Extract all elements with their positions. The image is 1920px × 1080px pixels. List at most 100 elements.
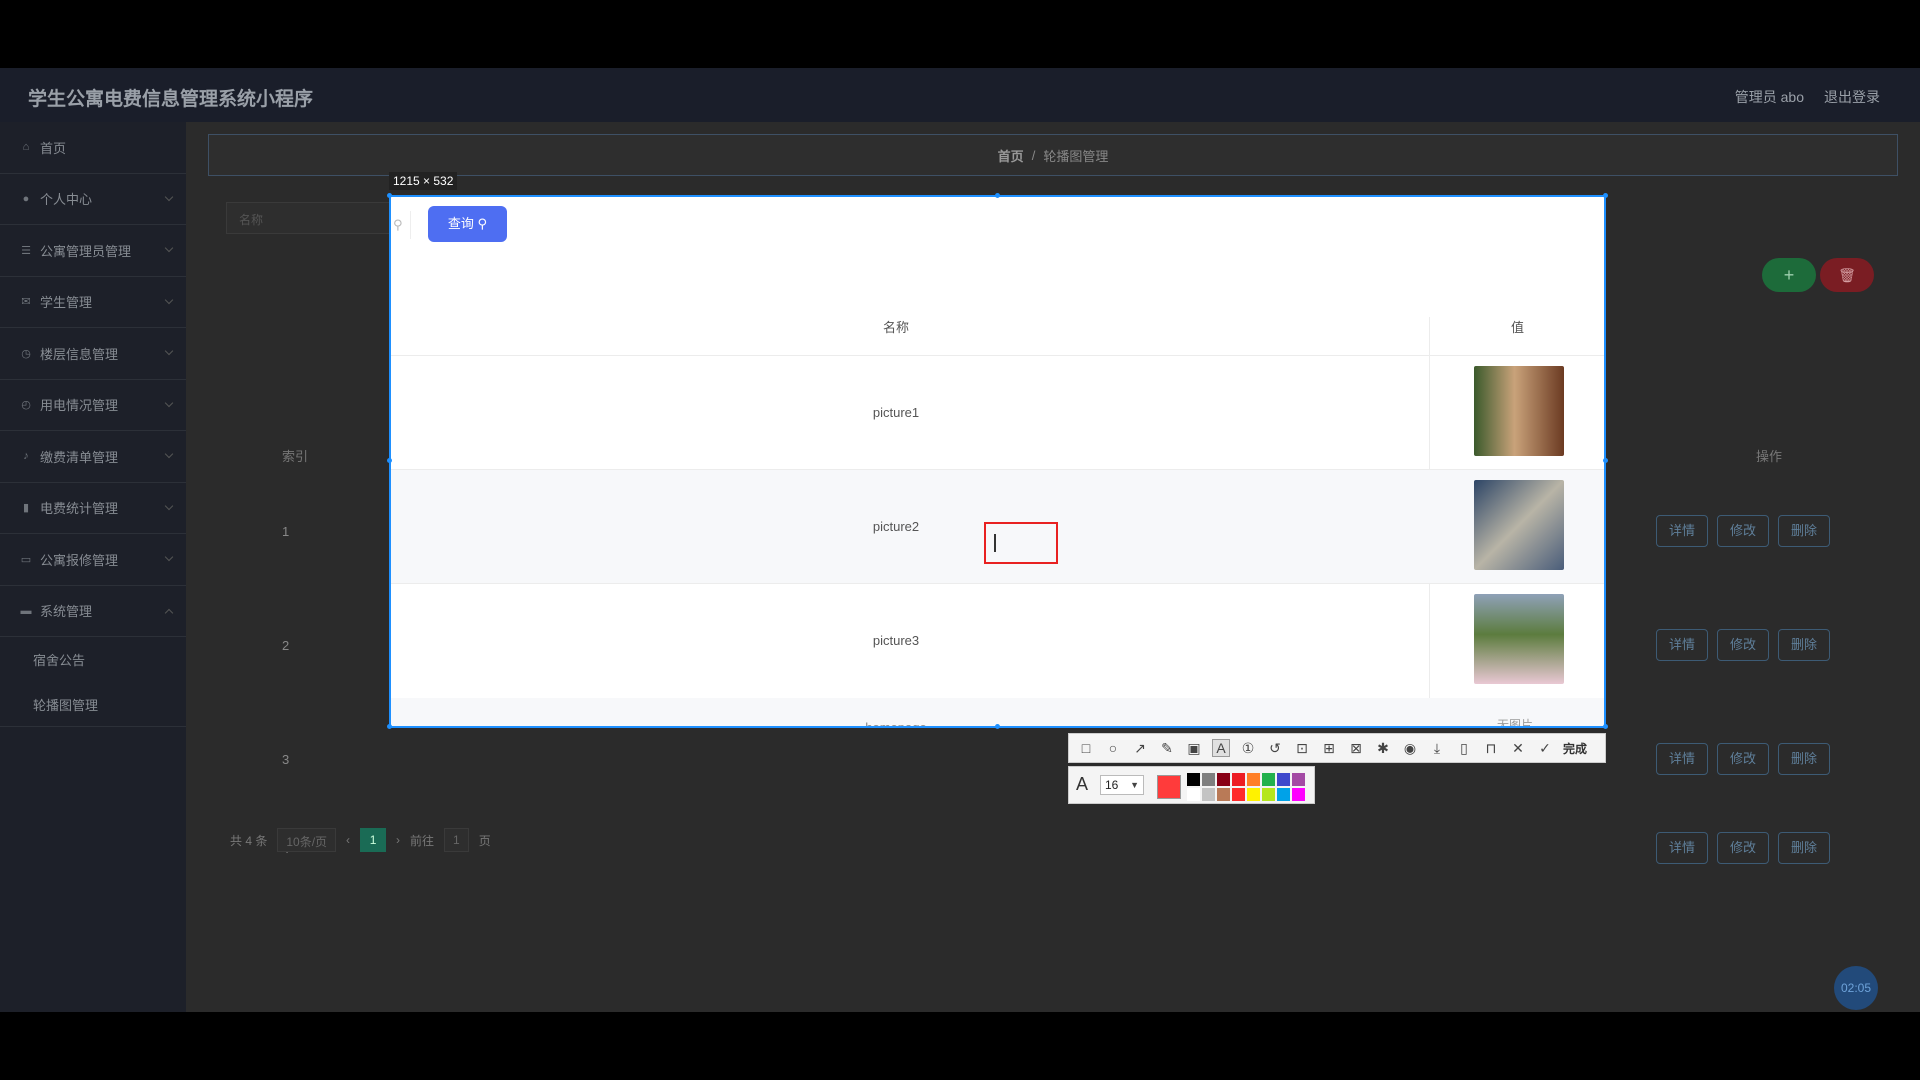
page-unit-label: 页 (478, 833, 491, 848)
monitor-icon: ▬ (20, 604, 32, 617)
color-swatch[interactable] (1292, 773, 1305, 786)
pagination: 共 4 条 10条/页 ‹ 1 › 前往 1 页 (230, 828, 491, 852)
mosaic-icon[interactable]: ▣ (1185, 739, 1203, 757)
close-icon[interactable]: ✕ (1509, 739, 1527, 757)
sidebar-item-floors[interactable]: ◷ 楼层信息管理 (0, 328, 186, 380)
sidebar-item-payments[interactable]: ♪ 缴费清单管理 (0, 431, 186, 483)
sidebar-item-home[interactable]: ⌂ 首页 (0, 122, 186, 174)
resize-handle[interactable] (387, 458, 392, 463)
selected-color-swatch[interactable] (1157, 775, 1181, 799)
trash-icon: 🗑 (1838, 267, 1856, 283)
capture-region[interactable]: ⚲ 查询 ⚲ 名称 值 picture1 picture2 picture3 h… (389, 195, 1606, 728)
page-size-select[interactable]: 10条/页 (277, 828, 337, 852)
text-annotation-box[interactable] (984, 522, 1058, 564)
color-swatch[interactable] (1292, 788, 1305, 801)
sidebar-item-profile[interactable]: ● 个人中心 (0, 174, 186, 225)
download-icon[interactable]: ⤓ (1428, 739, 1446, 757)
color-swatch[interactable] (1232, 788, 1245, 801)
sidebar-item-label: 个人中心 (40, 192, 93, 208)
color-swatch[interactable] (1217, 788, 1230, 801)
scan-icon[interactable]: ⊠ (1347, 739, 1365, 757)
chevron-down-icon (164, 346, 174, 356)
resize-handle[interactable] (387, 193, 392, 198)
resize-handle[interactable] (1603, 193, 1608, 198)
delete-button[interactable]: 删除 (1778, 743, 1830, 775)
color-swatch[interactable] (1247, 773, 1260, 786)
search-button[interactable]: 查询 ⚲ (428, 206, 507, 242)
delete-button[interactable]: 删除 (1778, 832, 1830, 864)
sidebar-item-label: 电费统计管理 (40, 501, 119, 517)
prev-page-button[interactable]: ‹ (346, 833, 350, 847)
color-swatch[interactable] (1262, 773, 1275, 786)
color-swatch[interactable] (1187, 773, 1200, 786)
text-tool-icon[interactable]: A (1212, 739, 1230, 757)
sidebar-subitem-carousel[interactable]: 轮播图管理 (0, 682, 186, 727)
recording-timer[interactable]: 02:05 (1834, 966, 1878, 1010)
edit-button[interactable]: 修改 (1717, 629, 1769, 661)
sidebar-item-apartment-admins[interactable]: ☰ 公寓管理员管理 (0, 225, 186, 277)
done-button[interactable]: 完成 (1563, 740, 1587, 757)
breadcrumb-home[interactable]: 首页 (998, 146, 1024, 165)
color-swatch[interactable] (1277, 773, 1290, 786)
number-marker-icon[interactable]: ① (1239, 739, 1257, 757)
color-swatch[interactable] (1217, 773, 1230, 786)
sidebar-item-students[interactable]: ✉ 学生管理 (0, 277, 186, 328)
bookmark-icon[interactable]: ⊓ (1482, 739, 1500, 757)
resize-handle[interactable] (1603, 458, 1608, 463)
row-value: 无图片 (1497, 718, 1534, 728)
color-swatch[interactable] (1277, 788, 1290, 801)
edit-button[interactable]: 修改 (1717, 832, 1769, 864)
color-swatch[interactable] (1202, 788, 1215, 801)
save-icon[interactable]: ▯ (1455, 739, 1473, 757)
detail-button[interactable]: 详情 (1656, 629, 1708, 661)
row-name: picture2 (872, 519, 920, 534)
column-header-value: 值 (1511, 320, 1525, 335)
delete-button[interactable]: 删除 (1778, 515, 1830, 547)
resize-handle[interactable] (995, 724, 1000, 729)
color-swatch[interactable] (1187, 788, 1200, 801)
ocr-icon[interactable]: ⊡ (1293, 739, 1311, 757)
column-header-ops: 操作 (1756, 449, 1783, 464)
record-icon[interactable]: ◉ (1401, 739, 1419, 757)
page-number-current[interactable]: 1 (360, 828, 387, 852)
column-header-index: 索引 (282, 449, 309, 464)
pencil-icon[interactable]: ✎ (1158, 739, 1176, 757)
detail-button[interactable]: 详情 (1656, 515, 1708, 547)
edit-button[interactable]: 修改 (1717, 743, 1769, 775)
thumbnail-image[interactable] (1474, 366, 1564, 456)
sidebar-item-electricity-usage[interactable]: ◴ 用电情况管理 (0, 380, 186, 431)
list-icon: ☰ (21, 244, 31, 257)
color-swatch[interactable] (1232, 773, 1245, 786)
search-input[interactable]: 名称 (226, 202, 416, 234)
delete-button[interactable]: 删除 (1778, 629, 1830, 661)
sidebar-item-system[interactable]: ▬ 系统管理 (0, 586, 186, 637)
color-swatch[interactable] (1202, 773, 1215, 786)
chevron-down-icon (164, 398, 174, 407)
add-button[interactable]: + (1762, 258, 1816, 292)
undo-icon[interactable]: ↺ (1266, 739, 1284, 757)
detail-button[interactable]: 详情 (1656, 832, 1708, 864)
sidebar-subitem-announcements[interactable]: 宿舍公告 (0, 637, 186, 682)
edit-button[interactable]: 修改 (1717, 515, 1769, 547)
detail-button[interactable]: 详情 (1656, 743, 1708, 775)
next-page-button[interactable]: › (396, 833, 400, 847)
resize-handle[interactable] (1603, 724, 1608, 729)
color-swatch[interactable] (1262, 788, 1275, 801)
sidebar-item-fee-statistics[interactable]: ▮ 电费统计管理 (0, 483, 186, 534)
translate-icon[interactable]: ⊞ (1320, 739, 1338, 757)
logout-link[interactable]: 退出登录 (1824, 87, 1880, 107)
font-size-select[interactable]: 16 ▼ (1100, 775, 1144, 795)
pin-icon[interactable]: ✱ (1374, 739, 1392, 757)
resize-handle[interactable] (387, 724, 392, 729)
resize-handle[interactable] (995, 193, 1000, 198)
thumbnail-image[interactable] (1474, 480, 1564, 570)
rectangle-icon[interactable]: □ (1077, 739, 1095, 757)
color-swatch[interactable] (1247, 788, 1260, 801)
ellipse-icon[interactable]: ○ (1104, 739, 1122, 757)
thumbnail-image[interactable] (1474, 594, 1564, 684)
goto-page-input[interactable]: 1 (444, 828, 469, 852)
sidebar-item-repairs[interactable]: ▭ 公寓报修管理 (0, 534, 186, 586)
arrow-icon[interactable]: ↗ (1131, 739, 1149, 757)
check-icon[interactable]: ✓ (1536, 739, 1554, 757)
bulk-delete-button[interactable]: 🗑 (1820, 258, 1874, 292)
